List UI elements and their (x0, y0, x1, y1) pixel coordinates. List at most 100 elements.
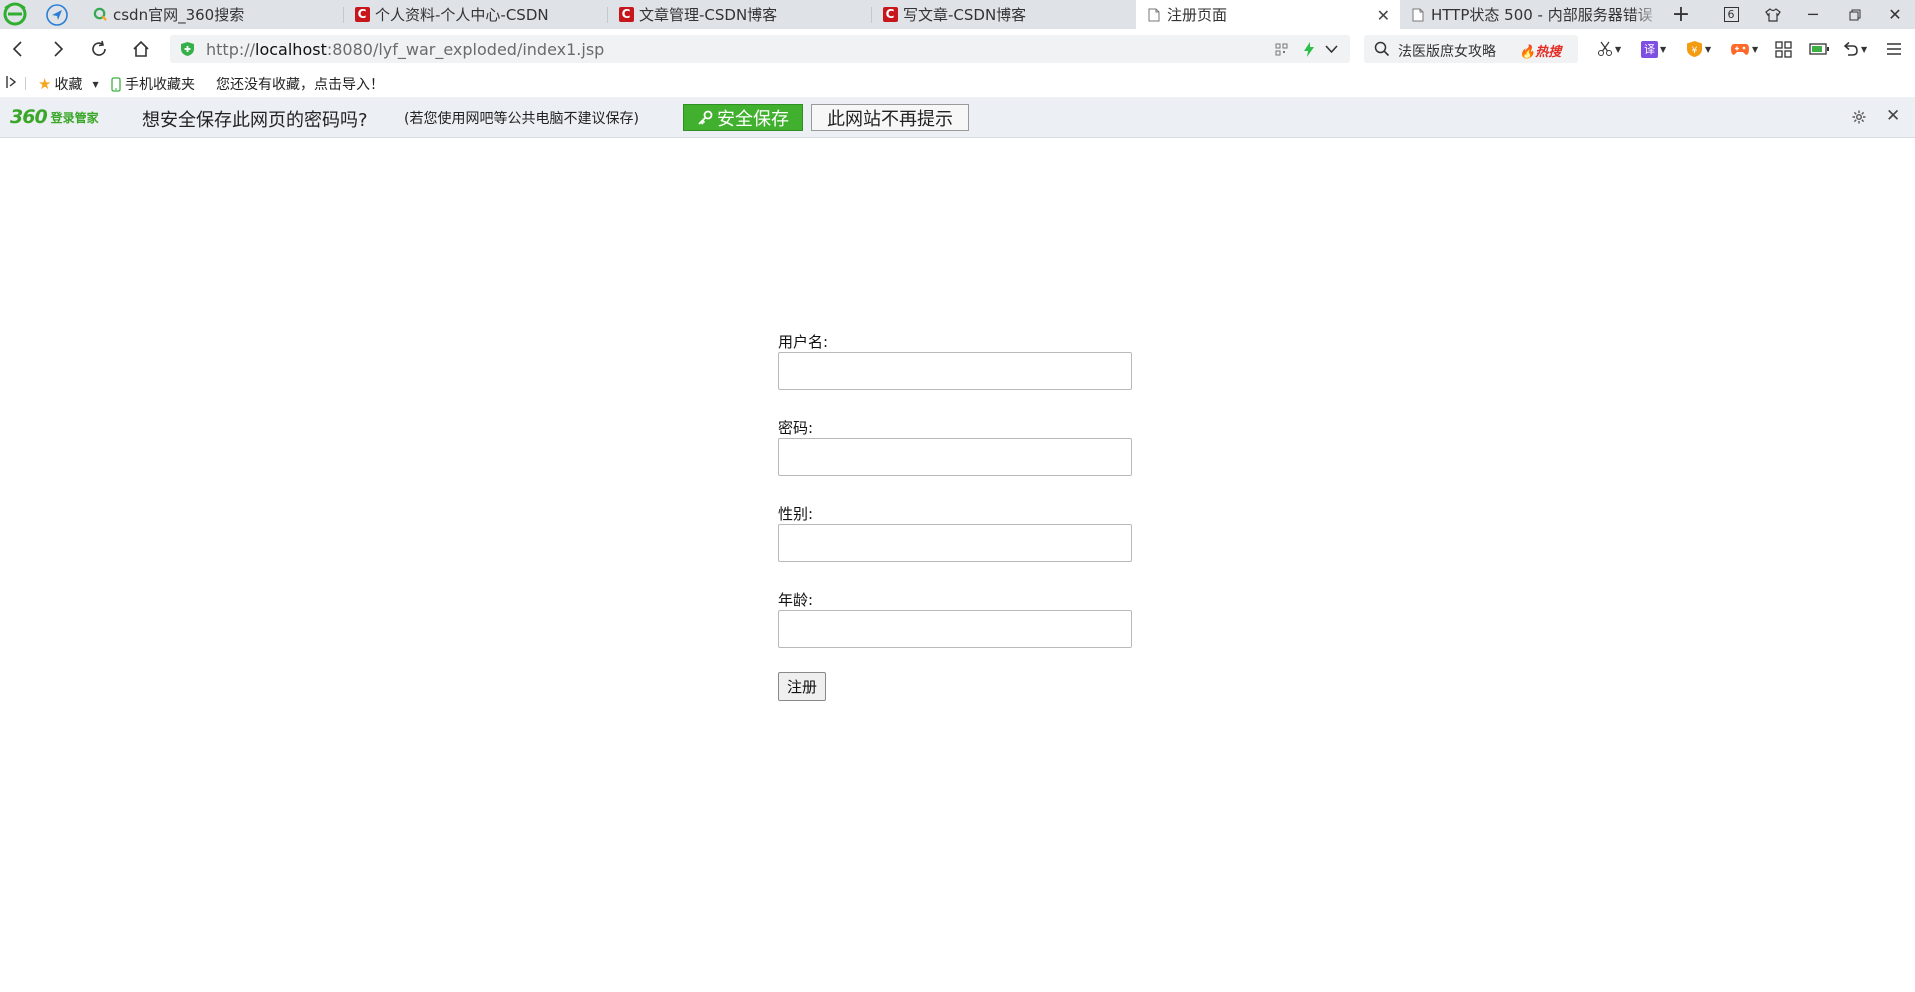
register-submit-button[interactable]: 注册 (778, 672, 826, 701)
battery-button[interactable] (1809, 38, 1829, 60)
tab-count-button[interactable]: 6 (1720, 0, 1742, 29)
caret-down-icon: ▼ (1752, 44, 1759, 54)
reload-button[interactable] (86, 36, 112, 62)
search-icon (1374, 41, 1390, 57)
age-input[interactable] (778, 610, 1132, 648)
fire-icon: 🔥 (1519, 45, 1536, 60)
tab-title: 注册页面 (1167, 6, 1228, 24)
never-for-this-site-button[interactable]: 此网站不再提示 (811, 104, 969, 131)
browser-logo-icon[interactable] (3, 2, 27, 26)
new-tab-button[interactable]: + (1668, 0, 1694, 29)
caret-down-icon: ▼ (1861, 44, 1868, 54)
apps-grid-button[interactable] (1775, 38, 1792, 60)
public-pc-warning: (若您使用网吧等公共电脑不建议保存) (404, 111, 639, 127)
skin-shirt-icon[interactable] (1762, 0, 1784, 29)
navigation-compass-icon[interactable] (45, 3, 69, 27)
translate-button[interactable]: 译 ▼ (1641, 38, 1666, 60)
screenshot-scissors-button[interactable]: ▼ (1597, 38, 1621, 60)
username-field-group: 用户名: (778, 332, 1138, 390)
tab-title: HTTP状态 500 - 内部服务器错误 (1431, 6, 1653, 24)
bookmarks-divider (25, 77, 26, 90)
gender-input[interactable] (778, 524, 1132, 562)
mobile-phone-icon (111, 76, 121, 92)
reload-icon (92, 40, 106, 56)
save-password-question: 想安全保存此网页的密码吗? (142, 110, 368, 131)
tab-title: 个人资料-个人中心-CSDN (375, 6, 549, 24)
secure-save-label: 安全保存 (717, 108, 789, 130)
chevron-left-icon (12, 41, 22, 57)
tab-title: 文章管理-CSDN博客 (639, 6, 778, 24)
caret-down-icon: ▼ (1705, 44, 1712, 54)
tab-strip: csdn官网_360搜索 C 个人资料-个人中心-CSDN C 文章管理-CSD… (0, 0, 1915, 29)
password-label: 密码: (778, 419, 814, 437)
tab-csdn-write[interactable]: C 写文章-CSDN博客 (872, 0, 1136, 29)
tab-csdn-articles[interactable]: C 文章管理-CSDN博客 (608, 0, 872, 29)
url-host: localhost (255, 40, 327, 59)
csdn-icon: C (618, 7, 634, 23)
tab-count-badge: 6 (1723, 7, 1739, 22)
hamburger-menu-icon (1887, 43, 1901, 55)
secure-save-button[interactable]: 安全保存 (683, 104, 803, 131)
brand-login-manager: 登录管家 (50, 110, 99, 125)
tab-title: csdn官网_360搜索 (113, 6, 245, 24)
close-tab-icon[interactable]: ✕ (1377, 6, 1390, 25)
import-hint-text: 您还没有收藏，点击导入！ (216, 77, 384, 93)
chevron-down-icon[interactable] (1325, 45, 1338, 54)
game-button[interactable]: ▼ (1730, 38, 1758, 60)
coupon-shield-button[interactable]: ¥ ▼ (1686, 38, 1711, 60)
age-field-group: 年龄: (778, 590, 1138, 648)
register-form: 用户名: 密码: 性别: 年龄: 注册 (778, 332, 1138, 701)
search-suggestion[interactable]: 法医版庶女攻略 (1398, 41, 1496, 61)
import-favorites-link[interactable]: 您还没有收藏，点击导入！ (216, 74, 384, 94)
mobile-favorites-label: 手机收藏夹 (125, 77, 195, 93)
caret-down-icon: ▼ (1660, 44, 1667, 54)
hot-search-badge[interactable]: 🔥热搜 (1519, 41, 1561, 60)
security-shield-icon[interactable] (180, 41, 195, 57)
close-infobar-icon[interactable]: ✕ (1886, 106, 1900, 126)
password-input[interactable] (778, 438, 1132, 476)
forward-button[interactable] (45, 36, 71, 62)
url-text[interactable]: http://localhost:8080/lyf_war_exploded/i… (206, 40, 604, 59)
close-window-button[interactable]: ✕ (1882, 0, 1908, 29)
tab-csdn-profile[interactable]: C 个人资料-个人中心-CSDN (344, 0, 608, 29)
key-icon (698, 110, 713, 125)
undo-icon (1843, 41, 1858, 56)
back-button[interactable] (5, 36, 31, 62)
favorites-label: 收藏 (54, 77, 83, 93)
coupon-shield-icon: ¥ (1687, 41, 1702, 57)
address-bar[interactable]: http://localhost:8080/lyf_war_exploded/i… (170, 35, 1350, 63)
svg-text:¥: ¥ (1692, 46, 1698, 56)
password-field-group: 密码: (778, 418, 1138, 476)
speed-mode-icon[interactable] (1303, 42, 1315, 57)
tab-http-500[interactable]: HTTP状态 500 - 内部服务器错误 (1400, 0, 1662, 29)
favorites-menu[interactable]: ★ 收藏 ▼ (38, 74, 99, 94)
qr-code-icon[interactable] (1275, 43, 1288, 56)
search-box[interactable]: 法医版庶女攻略 🔥热搜 (1364, 35, 1578, 63)
username-label: 用户名: (778, 333, 829, 351)
page-icon (1146, 7, 1162, 23)
login-manager-logo: 360 登录管家 (10, 106, 99, 128)
tab-register-page[interactable]: 注册页面 ✕ (1136, 0, 1400, 29)
sidebar-toggle-button[interactable] (6, 75, 18, 89)
chevron-right-icon (54, 41, 64, 57)
undo-closed-tab-button[interactable]: ▼ (1842, 38, 1867, 60)
battery-icon (1809, 43, 1829, 55)
gender-field-group: 性别: (778, 504, 1138, 562)
bookmarks-bar: ★ 收藏 ▼ 手机收藏夹 您还没有收藏，点击导入！ (0, 69, 1915, 97)
main-menu-button[interactable] (1886, 38, 1902, 60)
restore-button[interactable] (1842, 0, 1868, 29)
navigation-bar: http://localhost:8080/lyf_war_exploded/i… (0, 29, 1915, 69)
username-input[interactable] (778, 352, 1132, 390)
home-button[interactable] (128, 36, 154, 62)
tab-csdn-search[interactable]: csdn官网_360搜索 (82, 0, 344, 29)
mobile-favorites-folder[interactable]: 手机收藏夹 (111, 74, 195, 94)
hot-search-label: 热搜 (1535, 45, 1562, 60)
gear-icon[interactable] (1851, 109, 1867, 125)
sidebar-expand-icon (6, 76, 17, 88)
minimize-button[interactable]: ─ (1800, 0, 1826, 29)
grid-icon (1775, 40, 1792, 58)
password-save-infobar: 360 登录管家 想安全保存此网页的密码吗? (若您使用网吧等公共电脑不建议保存… (0, 97, 1915, 138)
url-scheme: http:// (206, 40, 256, 59)
star-icon: ★ (38, 75, 52, 93)
gamepad-icon (1731, 44, 1749, 55)
